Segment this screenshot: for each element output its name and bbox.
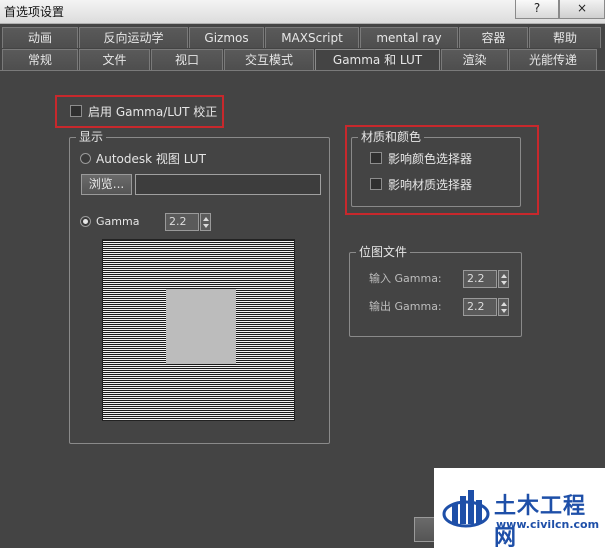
display-group-title: 显示 <box>76 130 107 144</box>
tab-radiosity[interactable]: 光能传递 <box>509 49 597 70</box>
window-title: 首选项设置 <box>4 5 65 19</box>
spin-up-icon[interactable] <box>203 217 209 221</box>
output-gamma-value[interactable]: 2.2 <box>463 298 497 316</box>
display-gamma-spinner[interactable]: 2.2 <box>165 213 211 231</box>
watermark: 土木工程网 www.civilcn.com <box>434 468 605 548</box>
materials-colors-group: 材质和颜色 <box>351 130 521 207</box>
title-bar: 首选项设置 ? × <box>0 0 605 24</box>
tab-containers[interactable]: 容器 <box>459 27 528 48</box>
autodesk-lut-label: Autodesk 视图 LUT <box>96 152 206 166</box>
affect-material-editor-label: 影响材质选择器 <box>388 178 473 192</box>
lut-path-field[interactable] <box>135 174 321 195</box>
tab-files[interactable]: 文件 <box>79 49 150 70</box>
spin-down-icon[interactable] <box>501 281 507 285</box>
tab-divider <box>0 70 605 71</box>
gamma-radio[interactable] <box>80 216 91 227</box>
output-gamma-spinner[interactable]: 2.2 <box>463 298 509 316</box>
enable-gamma-label: 启用 Gamma/LUT 校正 <box>88 105 218 119</box>
window-controls: ? × <box>515 0 605 20</box>
tab-maxscript[interactable]: MAXScript <box>265 27 359 48</box>
affect-material-editor-checkbox[interactable] <box>370 178 382 190</box>
input-gamma-label: 输入 Gamma: <box>369 272 442 285</box>
tab-row-bottom: 常规 文件 视口 交互模式 Gamma 和 LUT 渲染 光能传递 <box>2 49 598 71</box>
spin-up-icon[interactable] <box>501 302 507 306</box>
input-gamma-value[interactable]: 2.2 <box>463 270 497 288</box>
watermark-url: www.civilcn.com <box>496 518 600 531</box>
bitmap-files-title: 位图文件 <box>356 245 411 259</box>
spin-down-icon[interactable] <box>501 309 507 313</box>
spin-up-icon[interactable] <box>501 274 507 278</box>
tab-help[interactable]: 帮助 <box>529 27 601 48</box>
tab-row-top: 动画 反向运动学 Gizmos MAXScript mental ray 容器 … <box>2 27 602 48</box>
tab-general[interactable]: 常规 <box>2 49 78 70</box>
tab-inverse-kinematics[interactable]: 反向运动学 <box>79 27 188 48</box>
input-gamma-spinner[interactable]: 2.2 <box>463 270 509 288</box>
tab-viewports[interactable]: 视口 <box>151 49 223 70</box>
tab-mental-ray[interactable]: mental ray <box>360 27 458 48</box>
spin-down-icon[interactable] <box>203 224 209 228</box>
autodesk-lut-radio[interactable] <box>80 153 91 164</box>
output-gamma-arrows[interactable] <box>498 298 509 316</box>
output-gamma-label: 输出 Gamma: <box>369 300 442 313</box>
display-gamma-value[interactable]: 2.2 <box>165 213 199 231</box>
civilcn-logo-icon <box>442 490 490 528</box>
affect-color-picker-label: 影响颜色选择器 <box>388 152 473 166</box>
materials-colors-title: 材质和颜色 <box>358 130 425 144</box>
gamma-label: Gamma <box>96 215 140 228</box>
tab-interaction-mode[interactable]: 交互模式 <box>224 49 314 70</box>
browse-button[interactable]: 浏览... <box>81 174 132 195</box>
bitmap-files-group: 位图文件 <box>349 245 522 337</box>
close-button[interactable]: × <box>559 0 605 19</box>
help-button[interactable]: ? <box>515 0 559 19</box>
affect-color-picker-checkbox[interactable] <box>370 152 382 164</box>
tab-gizmos[interactable]: Gizmos <box>189 27 264 48</box>
gamma-test-center <box>166 289 236 364</box>
input-gamma-arrows[interactable] <box>498 270 509 288</box>
display-gamma-arrows[interactable] <box>200 213 211 231</box>
tab-rendering[interactable]: 渲染 <box>441 49 508 70</box>
tab-animation[interactable]: 动画 <box>2 27 78 48</box>
enable-gamma-checkbox[interactable] <box>70 105 82 117</box>
tab-gamma-lut[interactable]: Gamma 和 LUT <box>315 49 440 71</box>
